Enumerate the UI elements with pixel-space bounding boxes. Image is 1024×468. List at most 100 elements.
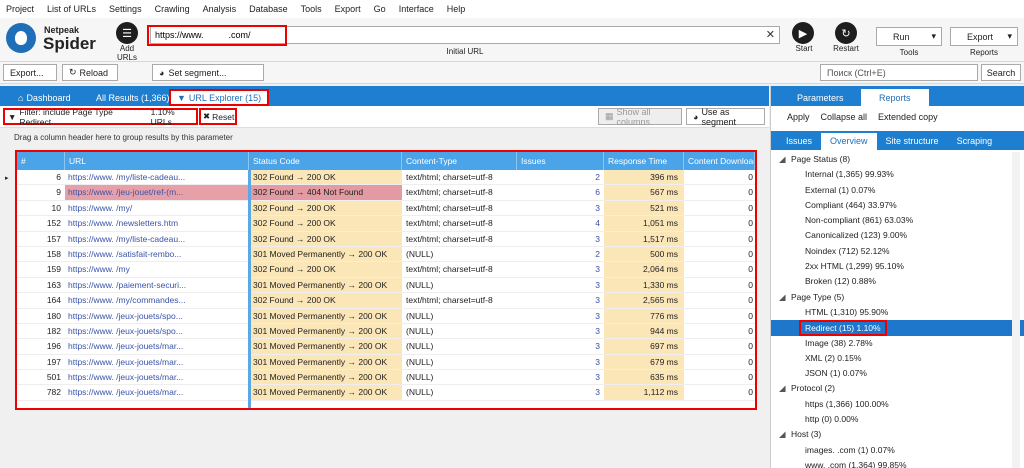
tree-item[interactable]: Broken (12) 0.88%: [771, 274, 1024, 289]
tree-item[interactable]: Image (38) 2.78%: [771, 336, 1024, 351]
col-url[interactable]: URL: [65, 152, 249, 170]
tree-group[interactable]: ◢ Page Type (5): [771, 290, 1024, 305]
menu-tools[interactable]: Tools: [301, 4, 322, 14]
tab-issues[interactable]: Issues: [777, 133, 821, 150]
menu-interface[interactable]: Interface: [399, 4, 434, 14]
collapse-arrow-icon[interactable]: ◢: [779, 427, 791, 442]
tree-item[interactable]: www. .com (1,364) 99.85%: [771, 458, 1024, 468]
tree-group[interactable]: ◢ Page Status (8): [771, 152, 1024, 167]
collapse-arrow-icon[interactable]: ◢: [779, 381, 791, 396]
row-url[interactable]: https://www. /satisfait-rembo...: [65, 247, 249, 261]
collapse-arrow-icon[interactable]: ◢: [779, 152, 791, 167]
row-url[interactable]: https://www. /my/liste-cadeau...: [65, 232, 249, 246]
tree-item[interactable]: https (1,366) 100.00%: [771, 397, 1024, 412]
tab-parameters[interactable]: Parameters: [779, 89, 862, 106]
show-all-columns-button[interactable]: ▦ Show all columns: [598, 107, 682, 127]
col-number[interactable]: #: [17, 152, 65, 170]
apply-button[interactable]: Apply: [787, 112, 810, 122]
row-url[interactable]: https://www. /paiement-securi...: [65, 278, 249, 292]
set-segment-button[interactable]: ◕ Set segment...: [152, 64, 264, 81]
row-url[interactable]: https://www. /jeux-jouets/mar...: [65, 385, 249, 399]
row-url[interactable]: https://www. /my/commandes...: [65, 293, 249, 307]
tab-site-structure[interactable]: Site structure: [877, 133, 948, 150]
menu-go[interactable]: Go: [374, 4, 386, 14]
row-url[interactable]: https://www. /newsletters.htm: [65, 216, 249, 230]
row-url[interactable]: https://www. /jeux-jouets/spo...: [65, 309, 249, 323]
row-url[interactable]: https://www. /jeux-jouets/mar...: [65, 339, 249, 353]
tree-item[interactable]: XML (2) 0.15%: [771, 351, 1024, 366]
table-row[interactable]: 6 https://www. /my/liste-cadeau... 302 Fou…: [17, 170, 755, 186]
clear-icon[interactable]: ✕: [766, 28, 775, 41]
table-row[interactable]: 159 https://www. /my 302 Found → 200 OK tex…: [17, 262, 755, 278]
row-url[interactable]: https://www. /jeux-jouets/mar...: [65, 355, 249, 369]
collapse-arrow-icon[interactable]: ◢: [779, 290, 791, 305]
search-button[interactable]: Search: [981, 64, 1021, 81]
menu-export[interactable]: Export: [335, 4, 361, 14]
collapse-all-button[interactable]: Collapse all: [821, 112, 868, 122]
tree-item[interactable]: Canonicalized (123) 9.00%: [771, 228, 1024, 243]
start-button[interactable]: ▶ Start: [788, 22, 820, 53]
tree-item[interactable]: Compliant (464) 33.97%: [771, 198, 1024, 213]
row-url[interactable]: https://www. /my/: [65, 201, 249, 215]
run-dropdown[interactable]: Run ▾: [876, 27, 942, 46]
col-content-download[interactable]: Content Download: [684, 152, 755, 170]
row-url[interactable]: https://www. /jeu-jouet/ref-(m...: [65, 185, 249, 200]
table-row[interactable]: 164 https://www. /my/commandes... 302 Foun…: [17, 293, 755, 309]
table-row[interactable]: 10 https://www. /my/302 Found → 200 OK tex…: [17, 200, 755, 217]
table-row[interactable]: 163 https://www. /paiement-securi... 301 M…: [17, 277, 755, 294]
tree-item[interactable]: Noindex (712) 52.12%: [771, 244, 1024, 259]
menu-database[interactable]: Database: [249, 4, 288, 14]
table-row[interactable]: 180 https://www. /jeux-jouets/spo... 301 M…: [17, 308, 755, 324]
table-row[interactable]: 197 https://www. /jeux-jouets/mar... 301 M…: [17, 354, 755, 371]
extended-copy-button[interactable]: Extended copy: [878, 112, 938, 122]
tab-all-results[interactable]: All Results (1,366): [90, 89, 176, 106]
tree-item[interactable]: 2xx HTML (1,299) 95.10%: [771, 259, 1024, 274]
tree-item[interactable]: JSON (1) 0.07%: [771, 366, 1024, 381]
tab-url-explorer[interactable]: ▼ URL Explorer (15): [169, 89, 270, 106]
menu-list-of-urls[interactable]: List of URLs: [47, 4, 96, 14]
restart-button[interactable]: ↻ Restart: [828, 22, 864, 53]
row-url[interactable]: https://www. /jeux-jouets/spo...: [65, 324, 249, 338]
tab-overview[interactable]: Overview: [821, 133, 877, 150]
search-input[interactable]: Поиск (Ctrl+E): [820, 64, 978, 81]
table-row[interactable]: 501 https://www. /jeux-jouets/mar... 301 M…: [17, 370, 755, 386]
col-content-type[interactable]: Content-Type: [402, 152, 517, 170]
table-row[interactable]: 9 https://www. /jeu-jouet/ref-(m... 302 Fo…: [17, 185, 755, 201]
table-row[interactable]: 182 https://www. /jeux-jouets/spo... 301 M…: [17, 323, 755, 340]
menu-project[interactable]: Project: [6, 4, 34, 14]
table-row[interactable]: 152 https://www. /newsletters.htm 302 Foun…: [17, 216, 755, 232]
menu-settings[interactable]: Settings: [109, 4, 142, 14]
add-urls-button[interactable]: ☰ Add URLs: [110, 22, 144, 62]
table-row[interactable]: 158 https://www. /satisfait-rembo... 301 M…: [17, 246, 755, 263]
col-status-code[interactable]: Status Code: [249, 152, 402, 170]
scrollbar[interactable]: [1012, 152, 1020, 468]
row-url[interactable]: https://www. /my: [65, 262, 249, 276]
export-button[interactable]: Export...: [3, 64, 57, 81]
tree-item[interactable]: Internal (1,365) 99.93%: [771, 167, 1024, 182]
tree-item[interactable]: HTML (1,310) 95.90%: [771, 305, 1024, 320]
row-url[interactable]: https://www. /jeux-jouets/mar...: [65, 370, 249, 384]
table-row[interactable]: 157 https://www. /my/liste-cadeau... 302 F…: [17, 231, 755, 247]
reset-button[interactable]: ✖ Reset: [199, 108, 237, 125]
tab-dashboard[interactable]: ⌂ Dashboard: [12, 89, 76, 106]
tab-scraping[interactable]: Scraping: [948, 133, 1002, 150]
col-response-time[interactable]: Response Time: [604, 152, 684, 170]
row-url[interactable]: https://www. /my/liste-cadeau...: [65, 170, 249, 184]
tree-group[interactable]: ◢ Host (3): [771, 427, 1024, 442]
tree-item[interactable]: External (1) 0.07%: [771, 183, 1024, 198]
table-row[interactable]: 196 https://www. /jeux-jouets/mar... 301 M…: [17, 339, 755, 355]
table-row[interactable]: 782 https://www. /jeux-jouets/mar... 301 M…: [17, 385, 755, 401]
export-dropdown[interactable]: Export ▾: [950, 27, 1018, 46]
menu-analysis[interactable]: Analysis: [203, 4, 237, 14]
col-issues[interactable]: Issues: [517, 152, 604, 170]
tree-group[interactable]: ◢ Protocol (2): [771, 381, 1024, 396]
tree-item[interactable]: Non-compliant (861) 63.03%: [771, 213, 1024, 228]
tree-item[interactable]: http (0) 0.00%: [771, 412, 1024, 427]
tab-reports[interactable]: Reports: [861, 89, 929, 106]
menu-help[interactable]: Help: [447, 4, 466, 14]
reload-button[interactable]: ↻ Reload: [62, 64, 118, 81]
use-as-segment-button[interactable]: ◕ Use as segment: [686, 107, 765, 127]
tree-item[interactable]: images. .com (1) 0.07%: [771, 443, 1024, 458]
menu-crawling[interactable]: Crawling: [155, 4, 190, 14]
tree-item-selected[interactable]: Redirect (15) 1.10%: [771, 320, 1024, 337]
